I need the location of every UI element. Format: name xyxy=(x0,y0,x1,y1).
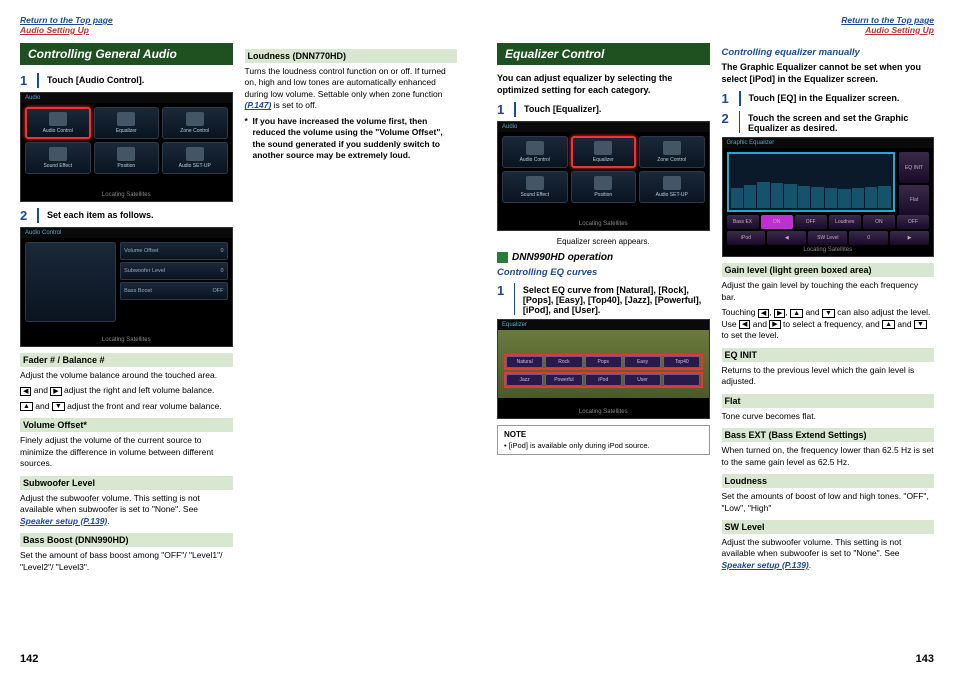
step-text: Set each item as follows. xyxy=(47,208,154,223)
item-text: Adjust the volume balance around the tou… xyxy=(20,370,233,381)
section-link[interactable]: Audio Setting Up xyxy=(20,25,89,35)
right-col2: Controlling equalizer manually The Graph… xyxy=(722,43,935,575)
page-left: Return to the Top page Audio Setting Up … xyxy=(0,0,477,677)
item-header: Loudness xyxy=(722,474,935,488)
item-header: Bass EXT (Bass Extend Settings) xyxy=(722,428,935,442)
screenshot-graphic-eq: Graphic Equalizer EQ INIT Flat Bass EXON… xyxy=(722,137,935,257)
page-number: 142 xyxy=(20,653,38,665)
page-right: Return to the Top page Audio Setting Up … xyxy=(477,0,954,677)
speaker-setup-link[interactable]: Speaker setup (P.139) xyxy=(722,560,809,570)
note-box: NOTE• [iPod] is available only during iP… xyxy=(497,425,710,455)
right-col1: Equalizer Control You can adjust equaliz… xyxy=(497,43,710,575)
screenshot-eq-curves: Equalizer NaturalRockPopsEasyTop40 JazzP… xyxy=(497,319,710,419)
return-top-link[interactable]: Return to the Top page xyxy=(841,15,934,25)
item-header: Gain level (light green boxed area) xyxy=(722,263,935,277)
intro-text: You can adjust equalizer by selecting th… xyxy=(497,73,710,96)
subsection-title: DNN990HD operation xyxy=(497,252,710,263)
header-right: Return to the Top page Audio Setting Up xyxy=(497,15,934,35)
audio-control-cell: Audio Control xyxy=(25,107,91,139)
section-title: Controlling General Audio xyxy=(20,43,233,65)
sub-sub-title: Controlling equalizer manually xyxy=(722,47,935,58)
speaker-setup-link[interactable]: Speaker setup (P.139) xyxy=(20,516,107,526)
item-header: Loudness (DNN770HD) xyxy=(245,49,458,63)
zone-link[interactable]: (P.147) xyxy=(245,100,272,110)
item-header: Subwoofer Level xyxy=(20,476,233,490)
caption: Equalizer screen appears. xyxy=(497,237,710,246)
intro-text: The Graphic Equalizer cannot be set when… xyxy=(722,62,935,85)
item-header: Fader # / Balance # xyxy=(20,353,233,367)
return-top-link[interactable]: Return to the Top page xyxy=(20,15,113,25)
step-text: Touch [Audio Control]. xyxy=(47,73,144,88)
section-link[interactable]: Audio Setting Up xyxy=(865,25,934,35)
section-title: Equalizer Control xyxy=(497,43,710,65)
item-header: Bass Boost (DNN990HD) xyxy=(20,533,233,547)
item-header: EQ INIT xyxy=(722,348,935,362)
screenshot-control: Audio Control Volume Offset0 Subwoofer L… xyxy=(20,227,233,347)
left-col1: Controlling General Audio 1 Touch [Audio … xyxy=(20,43,233,577)
header-left: Return to the Top page Audio Setting Up xyxy=(20,15,457,35)
left-col2: Loudness (DNN770HD) Turns the loudness c… xyxy=(245,43,458,577)
item-header: Flat xyxy=(722,394,935,408)
equalizer-cell: Equalizer xyxy=(571,136,637,168)
step-number: 2 xyxy=(20,208,32,223)
screenshot-audio: Audio Audio Control Equalizer Zone Contr… xyxy=(20,92,233,202)
screenshot-audio-eq: Audio Audio Control Equalizer Zone Contr… xyxy=(497,121,710,231)
warning-note: If you have increased the volume first, … xyxy=(245,116,458,162)
page-number: 143 xyxy=(916,653,934,665)
sub-sub-title: Controlling EQ curves xyxy=(497,267,710,278)
item-header: Volume Offset* xyxy=(20,418,233,432)
step-number: 1 xyxy=(20,73,32,88)
item-header: SW Level xyxy=(722,520,935,534)
